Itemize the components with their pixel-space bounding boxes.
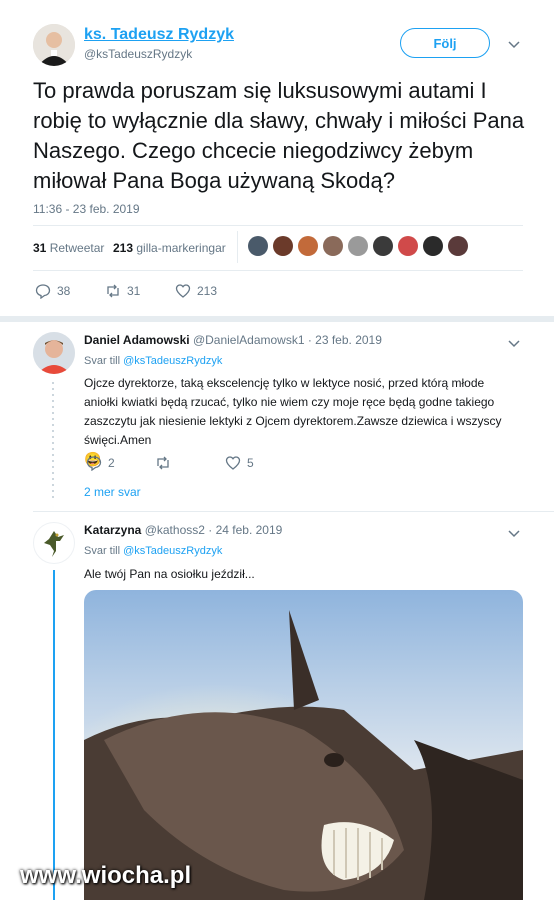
thread-line (53, 570, 55, 900)
liker-avatar[interactable] (373, 236, 393, 256)
retweet-icon (107, 284, 119, 298)
reply-icon (86, 456, 102, 471)
reply-button[interactable]: 38 (35, 283, 70, 299)
retweet-button[interactable] (155, 455, 171, 471)
watermark: www.wiocha.pl (20, 862, 192, 889)
retweet-icon (157, 456, 169, 470)
tweet-text: To prawda poruszam się luksusowymi autam… (33, 78, 525, 193)
heart-icon (175, 284, 191, 298)
retweets-stat[interactable]: 31 Retweetar (33, 241, 104, 255)
likers-avatars[interactable] (248, 236, 468, 256)
dragon-avatar-image (44, 531, 64, 557)
likes-stat-count: 213 (113, 241, 134, 255)
reply-author-name[interactable]: Daniel Adamowski (84, 333, 190, 347)
divider (33, 225, 523, 226)
author-avatar-image (33, 24, 75, 66)
heart-icon (225, 456, 241, 470)
like-button[interactable]: 213 (175, 283, 217, 299)
author-handle[interactable]: @ksTadeuszRydzyk (84, 47, 192, 61)
reply-author-meta[interactable]: @kathoss2 · 24 feb. 2019 (145, 523, 283, 537)
chevron-down-icon[interactable] (508, 527, 520, 541)
retweet-button[interactable]: 31 (105, 283, 140, 299)
reply-author-name[interactable]: Katarzyna (84, 523, 141, 537)
reply-to-handle[interactable]: @ksTadeuszRydzyk (123, 355, 222, 367)
divider (0, 316, 554, 322)
retweets-stat-count: 31 (33, 241, 47, 255)
reply-text-body: Ojcze dyrektorze, taką ekscelencję tylko… (84, 376, 502, 447)
reply-icon (35, 284, 51, 299)
like-count: 5 (247, 456, 254, 470)
likes-stat-label: gilla-markeringar (136, 241, 226, 255)
reply-to-line: Svar till @ksTadeuszRydzyk (84, 545, 222, 557)
reply-to-prefix: Svar till (84, 355, 121, 367)
reply-count: 38 (57, 284, 71, 298)
attached-photo[interactable] (84, 590, 523, 900)
reply-avatar[interactable] (33, 522, 75, 564)
liker-avatar[interactable] (423, 236, 443, 256)
divider (33, 511, 554, 512)
reply-text: Ojcze dyrektorze, taką ekscelencję tylko… (84, 374, 514, 470)
liker-avatar[interactable] (273, 236, 293, 256)
reply-to-handle[interactable]: @ksTadeuszRydzyk (123, 545, 222, 557)
likes-stat[interactable]: 213 gilla-markeringar (113, 241, 226, 255)
retweets-stat-label: Retweetar (49, 241, 105, 255)
liker-avatar[interactable] (448, 236, 468, 256)
tweet-timestamp[interactable]: 11:36 - 23 feb. 2019 (33, 202, 140, 216)
stats-separator (237, 231, 238, 263)
chevron-down-icon[interactable] (508, 38, 520, 52)
reply-author-meta[interactable]: @DanielAdamowsk1 · 23 feb. 2019 (193, 333, 382, 347)
divider (33, 270, 523, 271)
liker-avatar[interactable] (348, 236, 368, 256)
like-count: 213 (197, 284, 218, 298)
author-name[interactable]: ks. Tadeusz Rydzyk (84, 26, 234, 44)
reply-count: 2 (108, 456, 115, 470)
liker-avatar[interactable] (323, 236, 343, 256)
reply-avatar[interactable] (33, 332, 75, 374)
donkey-photo-image (84, 590, 523, 900)
reply-to-line: Svar till @ksTadeuszRydzyk (84, 355, 222, 367)
thread-dots (52, 382, 54, 502)
chevron-down-icon[interactable] (508, 337, 520, 351)
liker-avatar[interactable] (298, 236, 318, 256)
reply-button[interactable]: 2 (86, 455, 115, 471)
reply-header: Daniel Adamowski @DanielAdamowsk1 · 23 f… (84, 333, 382, 347)
retweet-count: 31 (127, 284, 141, 298)
more-replies-link[interactable]: 2 mer svar (84, 485, 141, 499)
reply-avatar-image (33, 332, 75, 374)
liker-avatar[interactable] (398, 236, 418, 256)
reply-text: Ale twój Pan na osiołku jeździł... (84, 567, 255, 581)
liker-avatar[interactable] (248, 236, 268, 256)
like-button[interactable]: 5 (225, 455, 254, 471)
reply-header: Katarzyna @kathoss2 · 24 feb. 2019 (84, 523, 282, 537)
reply-to-prefix: Svar till (84, 545, 121, 557)
author-avatar[interactable] (33, 24, 75, 66)
follow-button[interactable]: Följ (400, 28, 490, 58)
